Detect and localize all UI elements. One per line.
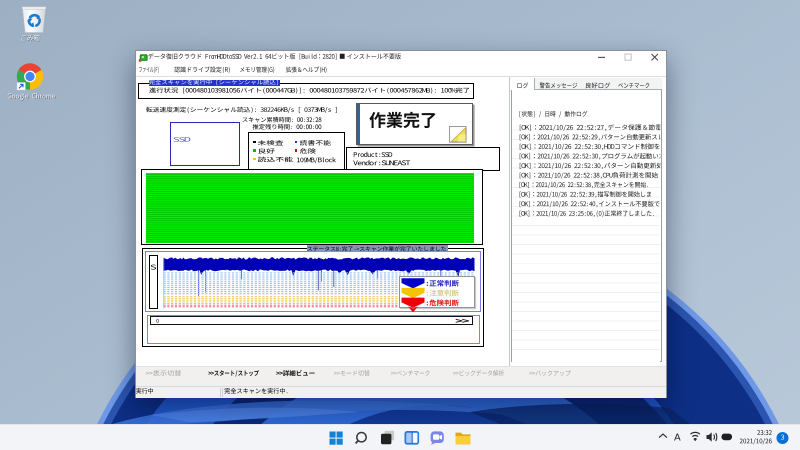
svg-text:A: A: [674, 432, 681, 443]
